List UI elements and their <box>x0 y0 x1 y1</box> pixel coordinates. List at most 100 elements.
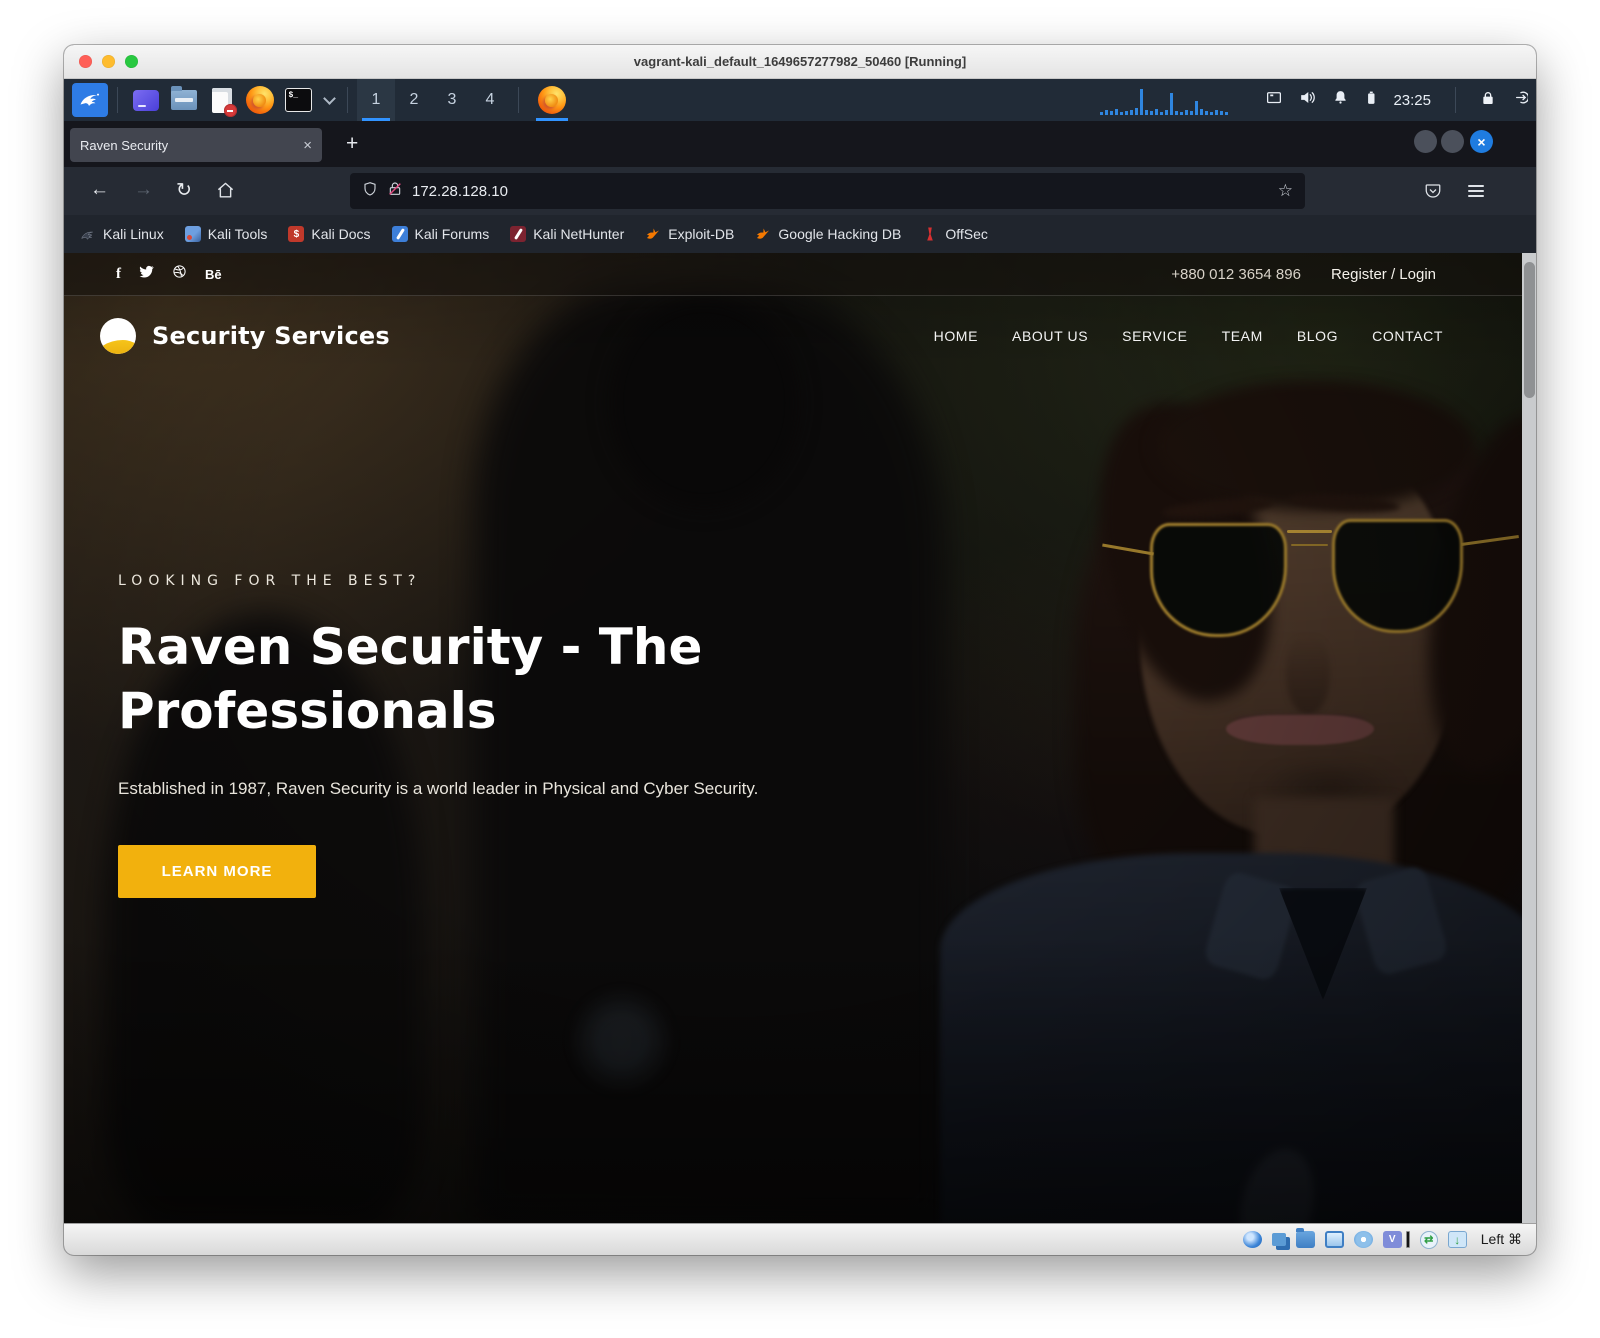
minimize-window-button[interactable] <box>102 55 115 68</box>
lock-screen-icon[interactable] <box>1480 90 1496 111</box>
kali-applications-menu-button[interactable] <box>72 83 108 117</box>
bookmark-kali-nethunter[interactable]: Kali NetHunter <box>510 226 624 242</box>
pocket-icon[interactable] <box>1424 182 1442 205</box>
home-button[interactable] <box>216 181 235 206</box>
panel-separator <box>518 87 519 113</box>
launcher-file-manager[interactable] <box>167 83 201 117</box>
vbox-autoresize-icon[interactable]: ↓ <box>1448 1231 1467 1248</box>
nav-blog[interactable]: BLOG <box>1297 328 1338 344</box>
tracking-shield-icon[interactable] <box>362 181 378 202</box>
firefox-icon <box>538 86 566 114</box>
volume-icon[interactable] <box>1298 88 1317 112</box>
folder-icon <box>171 90 197 110</box>
bookmarks-toolbar: Kali Linux Kali Tools $ Kali Docs Kali F… <box>64 215 1536 253</box>
launcher-firefox[interactable] <box>243 83 277 117</box>
bookmark-google-hacking-db[interactable]: Google Hacking DB <box>755 226 901 242</box>
menu-hamburger-icon[interactable] <box>1468 185 1484 197</box>
vbox-usb-status-icon[interactable] <box>1354 1231 1373 1248</box>
url-bar[interactable]: 172.28.128.10 ☆ <box>350 173 1305 209</box>
reload-button[interactable]: ↻ <box>176 179 192 202</box>
register-login-link[interactable]: Register / Login <box>1331 266 1436 283</box>
vbox-display-status-icon[interactable] <box>1325 1231 1344 1248</box>
launcher-window-app[interactable] <box>129 83 163 117</box>
bookmark-kali-docs[interactable]: $ Kali Docs <box>288 226 370 242</box>
main-navigation: HOME ABOUT US SERVICE TEAM BLOG CONTACT <box>934 328 1443 344</box>
dribbble-icon[interactable] <box>172 264 187 284</box>
workspace-1[interactable]: 1 <box>357 79 395 121</box>
firefox-icon <box>246 86 274 114</box>
vbox-hdd-status-icon[interactable] <box>1243 1231 1262 1248</box>
desktop-background: vagrant-kali_default_1649657277982_50460… <box>0 0 1600 1338</box>
nav-team[interactable]: TEAM <box>1222 328 1263 344</box>
vbox-optical-status-icon[interactable] <box>1272 1233 1286 1246</box>
panel-separator <box>117 87 118 113</box>
hero-kicker: LOOKING FOR THE BEST? <box>118 573 818 589</box>
exploit-db-bird-icon <box>645 226 661 242</box>
workspace-3[interactable]: 3 <box>433 79 471 121</box>
insecure-lock-icon[interactable] <box>387 181 403 202</box>
nav-contact[interactable]: CONTACT <box>1372 328 1443 344</box>
taskbar-firefox-window[interactable] <box>528 79 576 121</box>
window-app-icon <box>133 90 159 111</box>
bookmark-kali-tools[interactable]: Kali Tools <box>185 226 268 242</box>
battery-icon[interactable] <box>1364 89 1378 112</box>
document-icon <box>212 88 232 113</box>
panel-clock[interactable]: 23:25 <box>1393 92 1431 109</box>
new-tab-button[interactable]: + <box>346 132 358 156</box>
tab-close-icon[interactable]: × <box>303 137 312 154</box>
url-text[interactable]: 172.28.128.10 <box>412 183 1269 200</box>
browser-close-button[interactable]: × <box>1470 130 1493 153</box>
launcher-dropdown-chevron-icon[interactable] <box>323 92 336 105</box>
nav-home[interactable]: HOME <box>934 328 978 344</box>
bookmark-star-icon[interactable]: ☆ <box>1278 181 1293 201</box>
bookmark-exploit-db[interactable]: Exploit-DB <box>645 226 734 242</box>
vbox-shared-folders-icon[interactable] <box>1296 1231 1315 1248</box>
vm-window-title: vagrant-kali_default_1649657277982_50460… <box>634 54 966 69</box>
kali-forums-icon <box>392 226 408 242</box>
nav-service[interactable]: SERVICE <box>1122 328 1187 344</box>
zoom-window-button[interactable] <box>125 55 138 68</box>
back-button[interactable]: ← <box>90 179 109 201</box>
macos-titlebar: vagrant-kali_default_1649657277982_50460… <box>64 45 1536 79</box>
tray-display-icon[interactable] <box>1265 89 1283 112</box>
page-scrollbar[interactable] <box>1522 253 1536 1223</box>
kali-linux-icon <box>80 226 96 242</box>
browser-restore-button[interactable] <box>1441 130 1464 153</box>
hero-title: Raven Security - The Professionals <box>118 615 798 743</box>
notifications-bell-icon[interactable] <box>1332 89 1349 111</box>
vm-window: vagrant-kali_default_1649657277982_50460… <box>64 45 1536 1255</box>
nav-about-us[interactable]: ABOUT US <box>1012 328 1088 344</box>
kali-tools-icon <box>185 226 201 242</box>
kali-docs-icon: $ <box>288 226 304 242</box>
twitter-icon[interactable] <box>139 264 154 284</box>
workspace-2[interactable]: 2 <box>395 79 433 121</box>
launcher-terminal[interactable]: $_ <box>281 83 315 117</box>
browser-minimize-button[interactable] <box>1414 130 1437 153</box>
learn-more-button[interactable]: LEARN MORE <box>118 845 316 898</box>
brand-logo-link[interactable]: Security Services <box>100 318 390 354</box>
tab-title: Raven Security <box>80 138 295 153</box>
firefox-tab-bar: Raven Security × + × <box>64 121 1536 167</box>
bookmark-kali-linux[interactable]: Kali Linux <box>80 226 164 242</box>
brand-logo-icon <box>100 318 136 354</box>
behance-icon[interactable]: Bē <box>205 267 222 282</box>
panel-separator <box>347 87 348 113</box>
workspace-4[interactable]: 4 <box>471 79 509 121</box>
facebook-icon[interactable]: f <box>116 266 121 283</box>
phone-number: +880 012 3654 896 <box>1171 266 1301 283</box>
launcher-text-editor[interactable] <box>205 83 239 117</box>
kali-dragon-icon <box>78 86 102 115</box>
kali-nethunter-icon <box>510 226 526 242</box>
vbox-network-status-icon[interactable]: ⇄ <box>1420 1231 1438 1249</box>
logout-icon[interactable] <box>1511 89 1528 111</box>
ghdb-bird-icon <box>755 226 771 242</box>
vbox-recording-status-icon[interactable]: V <box>1383 1231 1402 1248</box>
browser-tab[interactable]: Raven Security × <box>70 128 322 162</box>
bookmark-kali-forums[interactable]: Kali Forums <box>392 226 490 242</box>
forward-button[interactable]: → <box>134 179 153 201</box>
bookmark-offsec[interactable]: OffSec <box>922 226 988 242</box>
close-window-button[interactable] <box>79 55 92 68</box>
cpu-usage-graph[interactable] <box>1100 85 1250 115</box>
hero-section: LOOKING FOR THE BEST? Raven Security - T… <box>118 553 818 898</box>
scrollbar-thumb[interactable] <box>1524 262 1535 398</box>
